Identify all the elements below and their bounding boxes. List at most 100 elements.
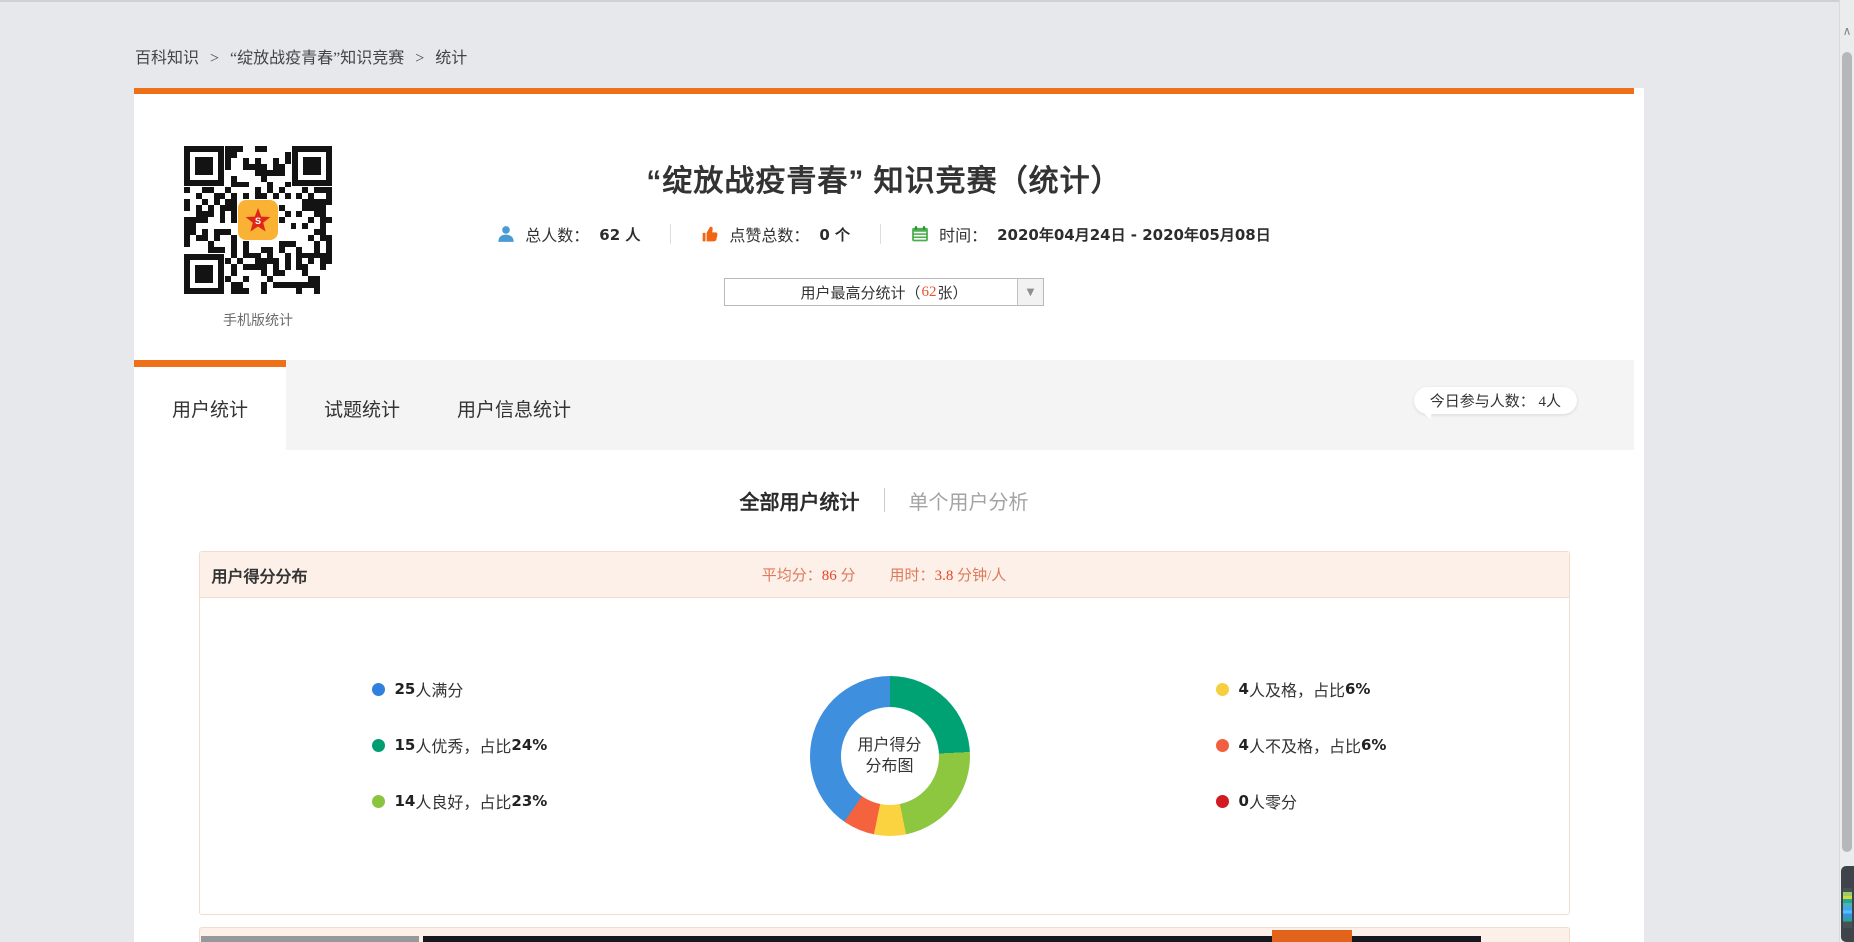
stat-likes: 点赞总数： 0 个 — [671, 222, 880, 246]
tab-bar: 用户统计 试题统计 用户信息统计 今日参与人数： 4人 — [134, 360, 1634, 450]
scroll-up-arrow-icon[interactable]: ∧ — [1840, 24, 1854, 38]
scrollbar-track[interactable]: ∧ — [1839, 0, 1854, 942]
legend-item-zero: 0 人零分 — [1216, 790, 1387, 812]
header-section: S 手机版统计 “绽放战疫青春” 知识竞赛（统计） 总人数： 62 人 — [134, 94, 1634, 360]
breadcrumb-item-quiz[interactable]: “绽放战疫青春”知识竞赛 — [230, 50, 404, 67]
legend-count: 4 — [1239, 736, 1249, 754]
minimap-stripes — [1843, 888, 1852, 928]
breadcrumb-item-stats: 统计 — [435, 50, 467, 67]
scrollbar-thumb[interactable] — [1842, 52, 1852, 852]
stat-value: 62 人 — [599, 224, 640, 245]
legend-pct: 24% — [511, 736, 547, 754]
tab-label: 试题统计 — [324, 395, 400, 422]
score-distribution-card: 用户得分分布 平均分：86 分用时：3.8 分钟/人 25 人满分 — [199, 551, 1570, 915]
score-card-header: 用户得分分布 平均分：86 分用时：3.8 分钟/人 — [200, 552, 1569, 598]
legend-pct: 6% — [1345, 680, 1370, 698]
breadcrumb-separator: > — [415, 50, 424, 67]
legend-dot-icon — [1216, 795, 1229, 808]
tab-label: 用户信息统计 — [457, 395, 571, 422]
minimap-widget — [1841, 866, 1854, 942]
stat-label: 时间： — [939, 222, 987, 246]
score-card-metrics: 平均分：86 分 用时：3.8 分钟/人 — [200, 564, 1569, 585]
legend-dot-icon — [1216, 683, 1229, 696]
score-donut-chart: 用户得分 分布图 — [810, 676, 970, 836]
breadcrumb-separator: > — [210, 50, 219, 67]
legend-count: 25 — [395, 680, 416, 698]
breadcrumb: 百科知识 > “绽放战疫青春”知识竞赛 > 统计 — [135, 44, 467, 68]
breadcrumb-item-home[interactable]: 百科知识 — [135, 50, 199, 67]
legend-item-good: 14 人良好，占比 23% — [372, 790, 548, 812]
legend-dot-icon — [372, 795, 385, 808]
stat-label: 总人数： — [525, 222, 589, 246]
legend-count: 15 — [395, 736, 416, 754]
dropdown-text: 用户最高分统计（ — [800, 282, 920, 303]
person-icon — [497, 225, 515, 243]
top-hairline — [0, 0, 1854, 2]
svg-text:S: S — [255, 216, 261, 226]
avg-score-unit: 分 — [837, 568, 856, 584]
badge-value: 4人 — [1538, 394, 1561, 410]
tab-label: 用户统计 — [172, 395, 248, 422]
donut-center-line1: 用户得分 — [857, 735, 921, 756]
star-logo-icon: S — [238, 200, 278, 240]
thumbs-up-icon — [701, 225, 719, 243]
legend-text: 人满分 — [415, 677, 463, 701]
legend-item-pass: 4 人及格，占比 6% — [1216, 678, 1387, 700]
score-sheet-dropdown[interactable]: 用户最高分统计（ 62 张） ▼ — [724, 278, 1044, 306]
time-used-value: 3.8 — [935, 568, 954, 584]
tab-question-stats[interactable]: 试题统计 — [286, 360, 438, 450]
tab-user-stats[interactable]: 用户统计 — [134, 360, 286, 450]
legend-count: 0 — [1239, 792, 1249, 810]
qr-caption: 手机版统计 — [178, 310, 338, 330]
time-used-label: 用时： — [890, 568, 935, 584]
legend-text: 人不及格，占比 — [1249, 733, 1361, 757]
calendar-icon — [911, 225, 929, 243]
tab-user-info-stats[interactable]: 用户信息统计 — [438, 360, 590, 450]
qr-finder-icon — [292, 146, 332, 186]
badge-label: 今日参与人数： — [1430, 394, 1535, 410]
stat-value: 0 个 — [819, 224, 850, 245]
stat-total-users: 总人数： 62 人 — [467, 222, 670, 246]
avg-score-value: 86 — [822, 568, 837, 584]
score-card-body: 25 人满分 15 人优秀，占比 24% 14 — [200, 598, 1569, 914]
subtab-all-users[interactable]: 全部用户统计 — [740, 486, 860, 515]
partial-bar-orange — [1272, 930, 1352, 942]
subtab-single-user[interactable]: 单个用户分析 — [909, 486, 1029, 515]
legend-item-full-score: 25 人满分 — [372, 678, 548, 700]
legend-right-column: 4 人及格，占比 6% 4 人不及格，占比 6% 0 — [1216, 678, 1387, 812]
legend-left-column: 25 人满分 15 人优秀，占比 24% 14 — [372, 678, 548, 812]
time-used-unit: 分钟/人 — [953, 568, 1006, 584]
dropdown-text: 张） — [938, 282, 968, 303]
chevron-down-icon[interactable]: ▼ — [1017, 279, 1043, 305]
stat-label: 点赞总数： — [729, 222, 809, 246]
qr-code: S — [178, 140, 338, 300]
legend-item-excellent: 15 人优秀，占比 24% — [372, 734, 548, 756]
page-title: “绽放战疫青春” 知识竞赛（统计） — [134, 94, 1634, 198]
today-participants-badge: 今日参与人数： 4人 — [1414, 387, 1577, 414]
legend-item-fail: 4 人不及格，占比 6% — [1216, 734, 1387, 756]
legend-text: 人良好，占比 — [415, 789, 511, 813]
stat-value: 2020年04月24日 - 2020年05月08日 — [997, 224, 1271, 245]
legend-text: 人零分 — [1249, 789, 1297, 813]
legend-dot-icon — [372, 683, 385, 696]
legend-count: 14 — [395, 792, 416, 810]
partial-bar-gray — [201, 936, 419, 942]
divider — [884, 488, 885, 512]
qr-finder-icon — [184, 254, 224, 294]
qr-finder-icon — [184, 146, 224, 186]
legend-text: 人及格，占比 — [1249, 677, 1345, 701]
dropdown-count: 62 — [922, 284, 937, 301]
browser-viewport: 百科知识 > “绽放战疫青春”知识竞赛 > 统计 S 手机 — [0, 0, 1854, 942]
donut-center-label: 用户得分 分布图 — [841, 707, 939, 805]
legend-count: 4 — [1239, 680, 1249, 698]
legend-dot-icon — [372, 739, 385, 752]
avg-score-label: 平均分： — [762, 568, 822, 584]
donut-center-line2: 分布图 — [865, 756, 913, 777]
legend-pct: 23% — [511, 792, 547, 810]
stats-row: 总人数： 62 人 点赞总数： 0 个 — [134, 220, 1634, 248]
legend-pct: 6% — [1361, 736, 1386, 754]
qr-block: S 手机版统计 — [178, 140, 338, 330]
legend-text: 人优秀，占比 — [415, 733, 511, 757]
stat-dates: 时间： 2020年04月24日 - 2020年05月08日 — [881, 222, 1301, 246]
page-panel: S 手机版统计 “绽放战疫青春” 知识竞赛（统计） 总人数： 62 人 — [134, 88, 1644, 942]
